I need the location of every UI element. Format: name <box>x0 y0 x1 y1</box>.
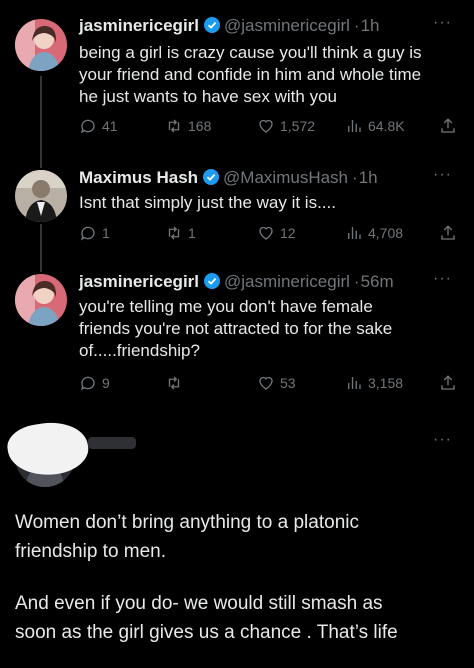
action-bar: 41 168 1,572 64.8K <box>79 117 459 139</box>
reply-icon <box>80 376 95 391</box>
repost-icon <box>168 226 180 240</box>
more-icon[interactable]: ··· <box>433 14 452 32</box>
tweet-text-line: Isnt that simply just the way it is.... <box>79 193 336 212</box>
separator: · <box>353 16 360 35</box>
like-button[interactable]: 53 <box>257 374 296 392</box>
repost-count: 168 <box>188 118 212 134</box>
verified-badge-icon <box>204 273 221 289</box>
display-name[interactable]: Maximus Hash <box>79 168 198 187</box>
tweet-text: you're telling me you don't have female … <box>79 296 459 362</box>
tweet-text: being a girl is crazy cause you'll think… <box>79 42 459 108</box>
reply-button[interactable]: 41 <box>79 117 118 135</box>
avatar[interactable] <box>15 170 67 222</box>
tweet-text-line: being a girl is crazy cause you'll think… <box>79 43 422 62</box>
like-icon <box>259 226 273 240</box>
reply-count: 41 <box>102 118 118 134</box>
views-button[interactable]: 4,708 <box>345 224 403 242</box>
redacted-author-name <box>88 437 136 449</box>
avatar[interactable] <box>15 19 67 71</box>
views-count: 3,158 <box>368 375 404 391</box>
tweet-text-line: of.....friendship? <box>79 341 200 360</box>
repost-count: 1 <box>188 225 196 241</box>
reply-text-line: soon as the girl gives us a chance . Tha… <box>15 622 398 643</box>
tweet-text-line: your friend and confide in him and whole… <box>79 65 422 84</box>
like-icon <box>259 119 273 133</box>
views-count: 4,708 <box>368 225 404 241</box>
thread-line <box>40 76 42 166</box>
tweet-text-line: you're telling me you don't have female <box>79 297 373 316</box>
reply-paragraph: And even if you do- we would still smash… <box>15 589 455 647</box>
thread-line <box>40 156 42 168</box>
reply-count: 1 <box>102 225 110 241</box>
reply-button[interactable]: 9 <box>79 374 110 392</box>
views-button[interactable]: 3,158 <box>345 374 403 392</box>
share-button[interactable] <box>439 374 457 392</box>
share-icon <box>441 118 455 133</box>
like-count: 1,572 <box>280 118 316 134</box>
share-icon <box>441 225 455 240</box>
reply-count: 9 <box>102 375 110 391</box>
repost-icon <box>168 119 180 133</box>
tweet-header: jasminericegirl @jasminericegirl ·1h <box>79 16 380 36</box>
handle[interactable]: @jasminericegirl <box>224 272 350 291</box>
timestamp[interactable]: 1h <box>361 16 380 35</box>
share-icon <box>441 375 455 390</box>
action-bar: 9 53 3,158 <box>79 374 459 396</box>
like-button[interactable]: 1,572 <box>257 117 315 135</box>
reply-text-line: And even if you do- we would still smash… <box>15 593 383 614</box>
display-name[interactable]: jasminericegirl <box>79 272 199 291</box>
reply-text: Women don’t bring anything to a platonic… <box>15 508 455 647</box>
reply-button[interactable]: 1 <box>79 224 110 242</box>
like-button[interactable]: 12 <box>257 224 296 242</box>
repost-button[interactable]: 1 <box>165 224 196 242</box>
reply-paragraph: Women don’t bring anything to a platonic… <box>15 508 455 566</box>
tweet-text: Isnt that simply just the way it is.... <box>79 192 459 214</box>
reply-icon <box>80 119 95 134</box>
verified-badge-icon <box>203 169 220 185</box>
timestamp[interactable]: 56m <box>361 272 394 291</box>
handle[interactable]: @MaximusHash <box>223 168 348 187</box>
more-icon[interactable]: ··· <box>433 270 452 288</box>
display-name[interactable]: jasminericegirl <box>79 16 199 35</box>
repost-button[interactable]: 168 <box>165 117 211 135</box>
views-icon <box>348 227 361 239</box>
more-icon[interactable]: ··· <box>433 431 452 449</box>
timestamp[interactable]: 1h <box>359 168 378 187</box>
action-bar: 1 1 12 4,708 <box>79 224 459 246</box>
like-count: 53 <box>280 375 296 391</box>
more-icon[interactable]: ··· <box>433 166 452 184</box>
views-icon <box>348 377 361 389</box>
reply-text-line: friendship to men. <box>15 541 167 562</box>
views-button[interactable]: 64.8K <box>345 117 405 135</box>
tweet-text-line: friends you're not attracted to for the … <box>79 319 393 338</box>
tweet-header: Maximus Hash @MaximusHash ·1h <box>79 168 378 188</box>
repost-button[interactable] <box>165 374 188 392</box>
avatar[interactable] <box>15 274 67 326</box>
like-count: 12 <box>280 225 296 241</box>
reply-text-line: Women don’t bring anything to a platonic <box>15 512 359 533</box>
tweet-header: jasminericegirl @jasminericegirl ·56m <box>79 272 394 292</box>
share-button[interactable] <box>439 224 457 242</box>
separator: · <box>353 272 360 291</box>
handle[interactable]: @jasminericegirl <box>224 16 350 35</box>
like-icon <box>259 376 273 390</box>
separator: · <box>352 168 358 187</box>
tweet-text-line: he just wants to have sex with you <box>79 87 337 106</box>
share-button[interactable] <box>439 117 457 135</box>
reply-icon <box>80 226 95 241</box>
thread-line <box>40 262 42 272</box>
verified-badge-icon <box>204 17 221 33</box>
repost-icon <box>168 376 180 390</box>
views-icon <box>348 120 361 132</box>
views-count: 64.8K <box>368 118 405 134</box>
